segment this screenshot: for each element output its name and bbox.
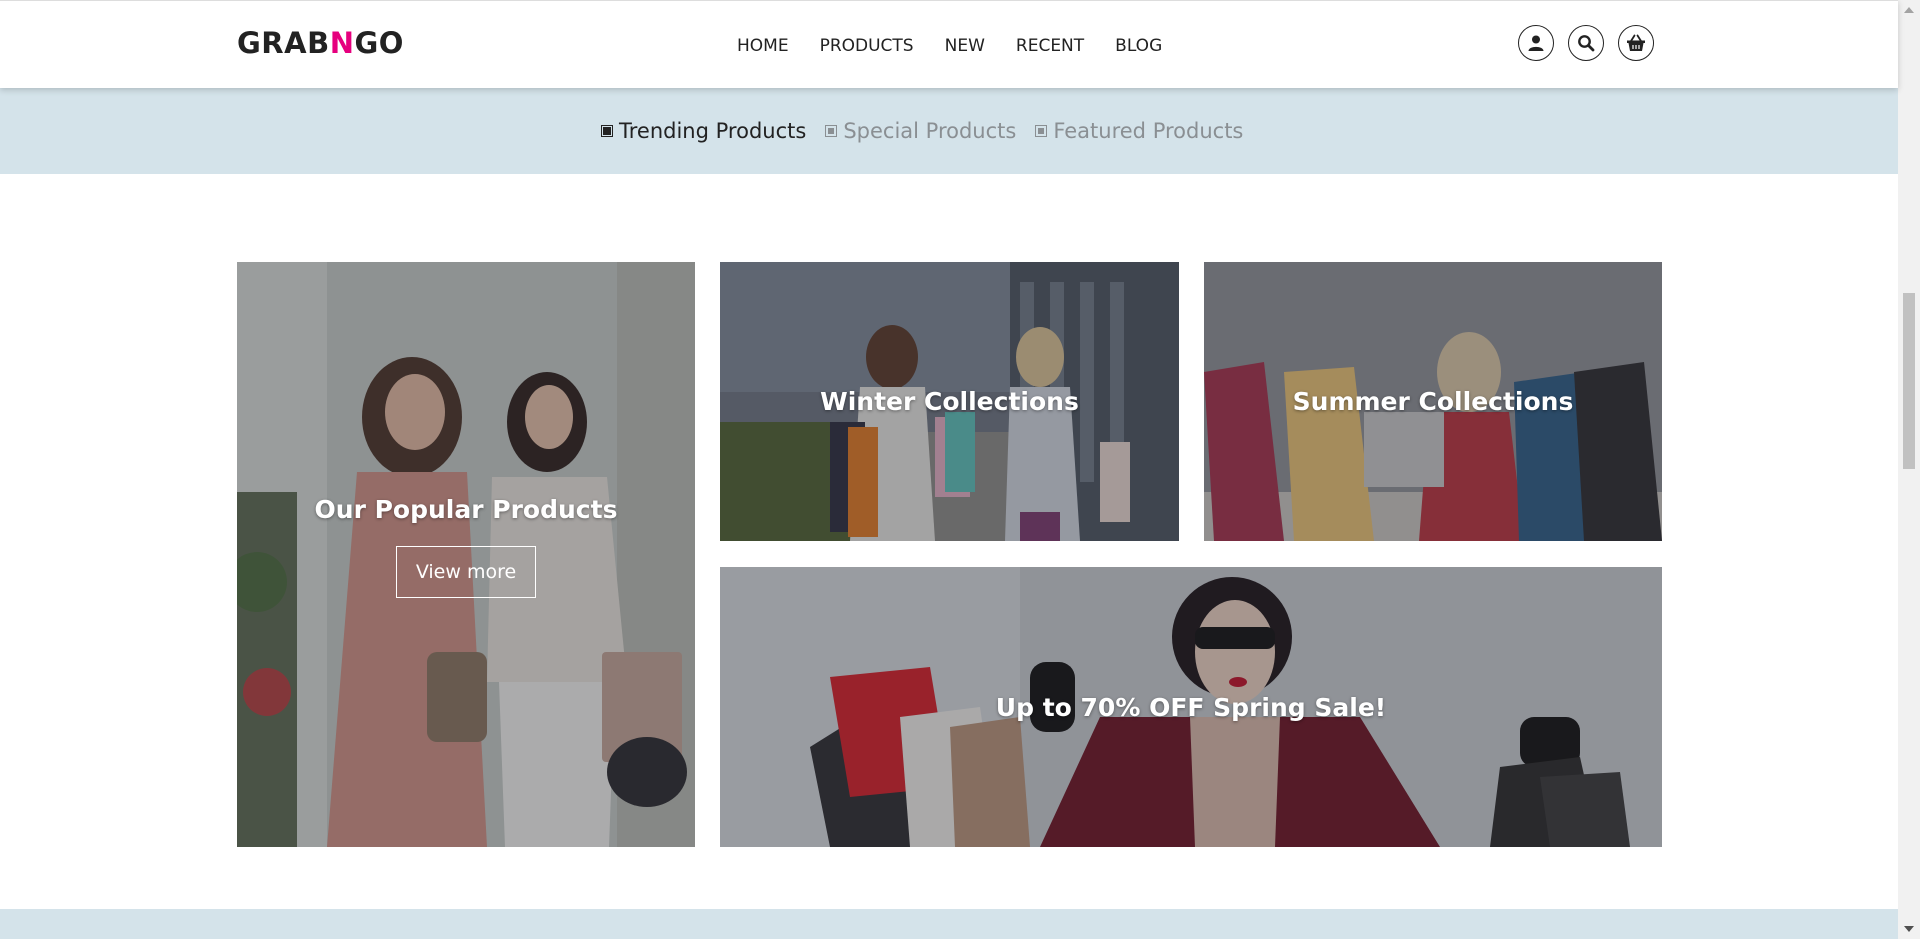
site-header: GRABNGO HOME PRODUCTS NEW RECENT BLOG bbox=[0, 0, 1898, 88]
nav-home[interactable]: HOME bbox=[737, 36, 789, 56]
tab-checkbox-icon bbox=[825, 125, 838, 137]
brand-logo[interactable]: GRABNGO bbox=[237, 26, 404, 60]
header-icons bbox=[1518, 25, 1668, 61]
brand-logo-accent: N bbox=[329, 26, 355, 60]
tab-checkbox-icon bbox=[1035, 125, 1048, 137]
popular-products-banner[interactable]: Our Popular Products View more bbox=[237, 262, 695, 847]
cart-button[interactable] bbox=[1618, 25, 1654, 61]
footer-band bbox=[0, 909, 1898, 939]
banner-title: Up to 70% OFF Spring Sale! bbox=[995, 692, 1387, 722]
brand-logo-prefix: GRAB bbox=[237, 26, 330, 60]
tab-label: Trending Products bbox=[619, 119, 807, 143]
tab-special-products[interactable]: Special Products bbox=[825, 119, 1016, 143]
tab-featured-products[interactable]: Featured Products bbox=[1035, 119, 1243, 143]
scroll-up-icon[interactable] bbox=[1904, 7, 1914, 13]
tab-label: Special Products bbox=[843, 119, 1017, 143]
search-icon bbox=[1578, 35, 1595, 52]
nav-recent[interactable]: RECENT bbox=[1016, 36, 1084, 56]
product-tabs: Trending Products Special Products Featu… bbox=[601, 119, 1262, 143]
brand-logo-suffix: GO bbox=[354, 26, 404, 60]
account-button[interactable] bbox=[1518, 25, 1554, 61]
search-button[interactable] bbox=[1568, 25, 1604, 61]
basket-icon bbox=[1627, 34, 1645, 51]
main-nav: HOME PRODUCTS NEW RECENT BLOG bbox=[737, 36, 1193, 56]
nav-products[interactable]: PRODUCTS bbox=[820, 36, 914, 56]
scroll-thumb[interactable] bbox=[1903, 293, 1915, 469]
view-more-button[interactable]: View more bbox=[395, 546, 537, 598]
spring-sale-banner[interactable]: Up to 70% OFF Spring Sale! bbox=[720, 567, 1662, 847]
winter-collections-banner[interactable]: Winter Collections bbox=[720, 262, 1179, 541]
banner-title: Our Popular Products bbox=[314, 495, 618, 524]
nav-new[interactable]: NEW bbox=[945, 36, 985, 56]
nav-blog[interactable]: BLOG bbox=[1115, 36, 1162, 56]
tab-label: Featured Products bbox=[1053, 119, 1244, 143]
tab-checkbox-icon bbox=[601, 125, 613, 137]
summer-collections-banner[interactable]: Summer Collections bbox=[1204, 262, 1662, 541]
banner-title: Summer Collections bbox=[1292, 387, 1574, 416]
product-tabs-bar: Trending Products Special Products Featu… bbox=[0, 88, 1898, 174]
scroll-down-icon[interactable] bbox=[1904, 926, 1914, 932]
banner-title: Winter Collections bbox=[820, 387, 1079, 416]
user-icon bbox=[1528, 35, 1544, 51]
page-scrollbar[interactable] bbox=[1898, 0, 1920, 939]
tab-trending-products[interactable]: Trending Products bbox=[601, 119, 806, 143]
